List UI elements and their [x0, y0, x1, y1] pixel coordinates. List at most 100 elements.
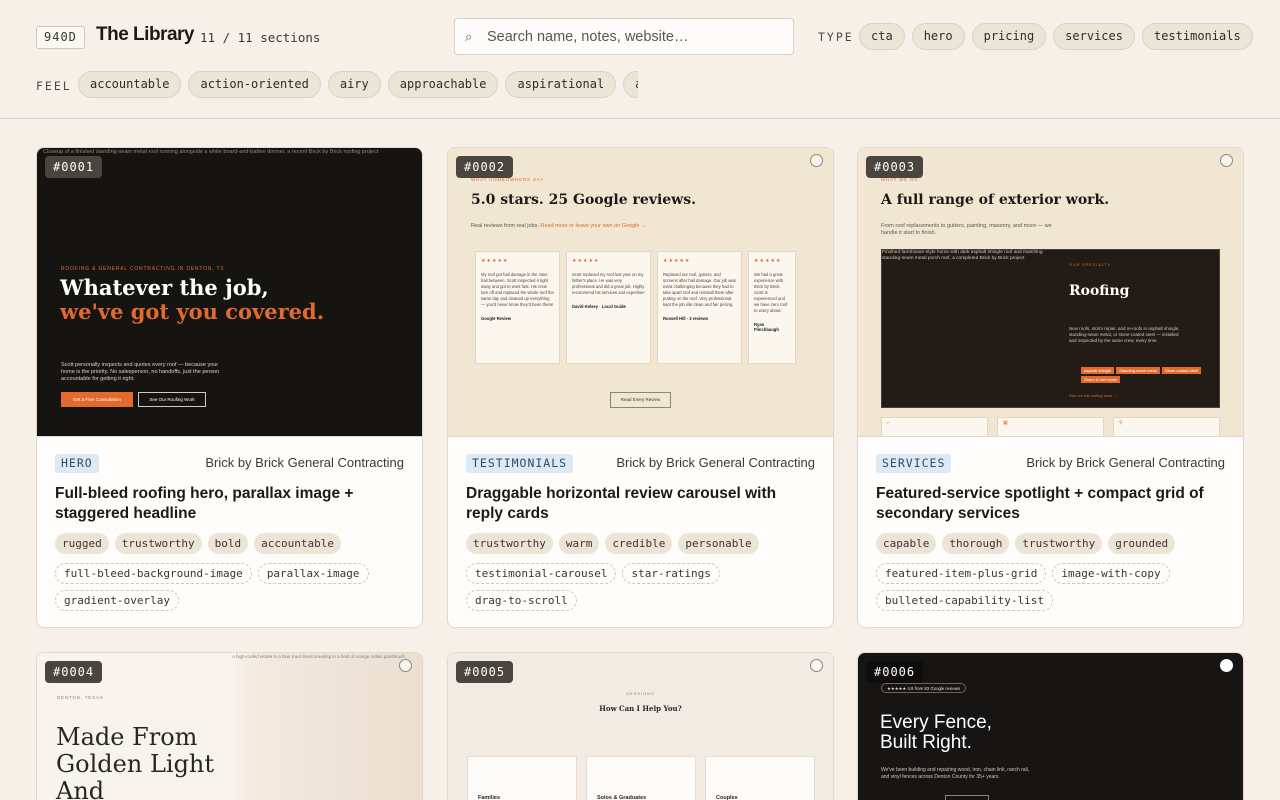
card-number-badge: #0005 — [456, 661, 514, 683]
type-chip-pricing[interactable]: pricing — [971, 23, 1047, 50]
feel-chip-approachable[interactable]: approachable — [387, 71, 499, 98]
spotlight-link: See our full roofing work → — [1069, 393, 1118, 398]
client-name: Brick by Brick General Contracting — [205, 455, 404, 470]
card-number-badge: #0006 — [866, 661, 924, 683]
grid-icon: ▦ — [1003, 420, 1008, 426]
spotlight-title: Roofing — [1069, 283, 1130, 299]
feel-tag[interactable]: accountable — [254, 533, 341, 554]
preview-headline: 5.0 stars. 25 Google reviews. — [471, 192, 696, 208]
type-chip-testimonials[interactable]: testimonials — [1141, 23, 1253, 50]
pattern-tag[interactable]: full-bleed-background-image — [55, 563, 252, 584]
feel-chip-action-oriented[interactable]: action-oriented — [188, 71, 321, 98]
feel-tag[interactable]: trustworthy — [1015, 533, 1103, 554]
section-card[interactable]: #0005 SESSIONS How Can I Help You? Famil… — [447, 652, 834, 800]
feel-chip-airy[interactable]: airy — [327, 71, 381, 98]
section-card[interactable]: #0006 ★★★★★ 4.9 from 83 Google reviews E… — [857, 652, 1244, 800]
feel-filter-chips[interactable]: accountable action-oriented airy approac… — [78, 71, 638, 98]
card-preview[interactable]: #0002 WHAT HOMEOWNERS SAY 5.0 stars. 25 … — [448, 148, 833, 437]
type-chip-cta[interactable]: cta — [859, 23, 905, 50]
feel-tags: rugged trustworthy bold accountable — [55, 533, 404, 554]
select-checkbox[interactable] — [1220, 154, 1233, 167]
preview-headline: Whatever the job, we've got you covered. — [60, 275, 325, 324]
session-box: Couples — [705, 756, 815, 800]
preview-subtext: From roof replacements to gutters, paint… — [881, 223, 1052, 236]
feel-tag[interactable]: bold — [207, 533, 249, 554]
pattern-tag[interactable]: star-ratings — [622, 563, 720, 584]
mini-service-card: ⚲ — [1113, 417, 1220, 436]
mini-service-card: ⌐ — [881, 417, 988, 436]
feel-tag[interactable]: grounded — [1108, 533, 1176, 554]
select-checkbox[interactable] — [399, 659, 412, 672]
feel-chip-truncated[interactable]: au — [623, 71, 638, 98]
search-input[interactable] — [487, 19, 787, 54]
card-meta: SERVICES Brick by Brick General Contract… — [876, 454, 1225, 611]
card-preview[interactable]: #0005 SESSIONS How Can I Help You? Famil… — [448, 653, 833, 800]
card-preview[interactable]: #0006 ★★★★★ 4.9 from 83 Google reviews E… — [858, 653, 1243, 800]
card-number-badge: #0003 — [866, 156, 924, 178]
section-card[interactable]: #0004 DENTON, TEXAS A high-roofed estate… — [36, 652, 423, 800]
preview-read-all-button: Read Every Review — [610, 392, 671, 408]
preview-eyebrow: ROOFING & GENERAL CONTRACTING IN DENTON,… — [61, 266, 225, 272]
review-card: ★★★★★ My roof got hail damage in the Jun… — [475, 251, 560, 364]
section-count: 11 / 11 sections — [200, 30, 321, 45]
category-badge: SERVICES — [876, 454, 952, 473]
card-preview[interactable]: #0004 DENTON, TEXAS A high-roofed estate… — [37, 653, 422, 800]
preview-subtext: We've been building and repairing wood, … — [881, 767, 1030, 780]
feel-tag[interactable]: capable — [876, 533, 937, 554]
pattern-tag[interactable]: bulleted-capability-list — [876, 590, 1053, 611]
section-card[interactable]: #0001 Closeup of a finished standing-sea… — [36, 147, 423, 628]
preview-headline: Every Fence, Built Right. — [880, 712, 992, 753]
card-meta: TESTIMONIALS Brick by Brick General Cont… — [466, 454, 815, 611]
type-chip-services[interactable]: services — [1053, 23, 1135, 50]
feel-tag[interactable]: credible — [605, 533, 673, 554]
select-checkbox[interactable] — [810, 659, 823, 672]
spotlight-subtext: New roofs, storm repair, and re-roofs in… — [1069, 326, 1180, 343]
preview-headline: How Can I Help You? — [599, 704, 682, 713]
client-name: Brick by Brick General Contracting — [616, 455, 815, 470]
section-card[interactable]: #0002 WHAT HOMEOWNERS SAY 5.0 stars. 25 … — [447, 147, 834, 628]
feel-tag[interactable]: trustworthy — [466, 533, 553, 554]
preview-headline: Made From Golden Light And — [56, 723, 215, 800]
feel-tag[interactable]: rugged — [55, 533, 109, 554]
preview-eyebrow: DENTON, TEXAS — [57, 695, 104, 700]
section-card[interactable]: #0003 WHAT WE DO A full range of exterio… — [857, 147, 1244, 628]
pattern-tags: testimonial-carousel star-ratings drag-t… — [466, 563, 815, 611]
pattern-tag[interactable]: drag-to-scroll — [466, 590, 577, 611]
pattern-tags: featured-item-plus-grid image-with-copy … — [876, 563, 1225, 611]
feel-chip-aspirational[interactable]: aspirational — [505, 71, 617, 98]
pattern-tag[interactable]: featured-item-plus-grid — [876, 563, 1047, 584]
type-filter-chips: cta hero pricing services testimonials — [859, 23, 1253, 50]
pattern-tag[interactable]: testimonial-carousel — [466, 563, 617, 584]
pattern-tag[interactable]: parallax-image — [257, 563, 369, 584]
select-checkbox[interactable] — [1220, 659, 1233, 672]
image-alt-text: Finished farmhouse-style home with dark … — [882, 250, 1043, 261]
app-title: The Library — [96, 24, 194, 45]
card-title[interactable]: Full-bleed roofing hero, parallax image … — [55, 484, 404, 524]
card-title[interactable]: Featured-service spotlight + compact gri… — [876, 484, 1225, 524]
pattern-tags: full-bleed-background-image parallax-ima… — [55, 563, 404, 611]
card-preview[interactable]: #0001 Closeup of a finished standing-sea… — [37, 148, 422, 437]
feel-tags: trustworthy warm credible personable — [466, 533, 815, 554]
feel-tag[interactable]: personable — [678, 533, 759, 554]
image-alt-text: A high-roofed estate in a blue Kaul dres… — [232, 654, 405, 659]
card-number-badge: #0001 — [45, 156, 103, 178]
feel-tag[interactable]: warm — [558, 533, 600, 554]
mini-service-card: ▦ — [997, 417, 1104, 436]
card-title[interactable]: Draggable horizontal review carousel wit… — [466, 484, 815, 524]
feel-tag[interactable]: trustworthy — [114, 533, 202, 554]
review-card: ★★★★★ Replaced our roof, gutters, and sc… — [657, 251, 742, 364]
feel-tags: capable thorough trustworthy grounded — [876, 533, 1225, 554]
preview-button — [945, 795, 989, 800]
logo-badge: 940D — [36, 26, 85, 49]
pattern-tag[interactable]: image-with-copy — [1052, 563, 1170, 584]
type-chip-hero[interactable]: hero — [911, 23, 965, 50]
feel-tag[interactable]: thorough — [942, 533, 1010, 554]
pattern-tag[interactable]: gradient-overlay — [55, 590, 179, 611]
tool-icon: ⚲ — [1119, 420, 1123, 426]
feel-chip-accountable[interactable]: accountable — [78, 71, 182, 98]
review-cards: ★★★★★ My roof got hail damage in the Jun… — [475, 251, 796, 364]
card-preview[interactable]: #0003 WHAT WE DO A full range of exterio… — [858, 148, 1243, 437]
type-filter-label: TYPE — [818, 30, 854, 44]
select-checkbox[interactable] — [810, 154, 823, 167]
search-box[interactable]: ⌕ — [454, 18, 794, 55]
